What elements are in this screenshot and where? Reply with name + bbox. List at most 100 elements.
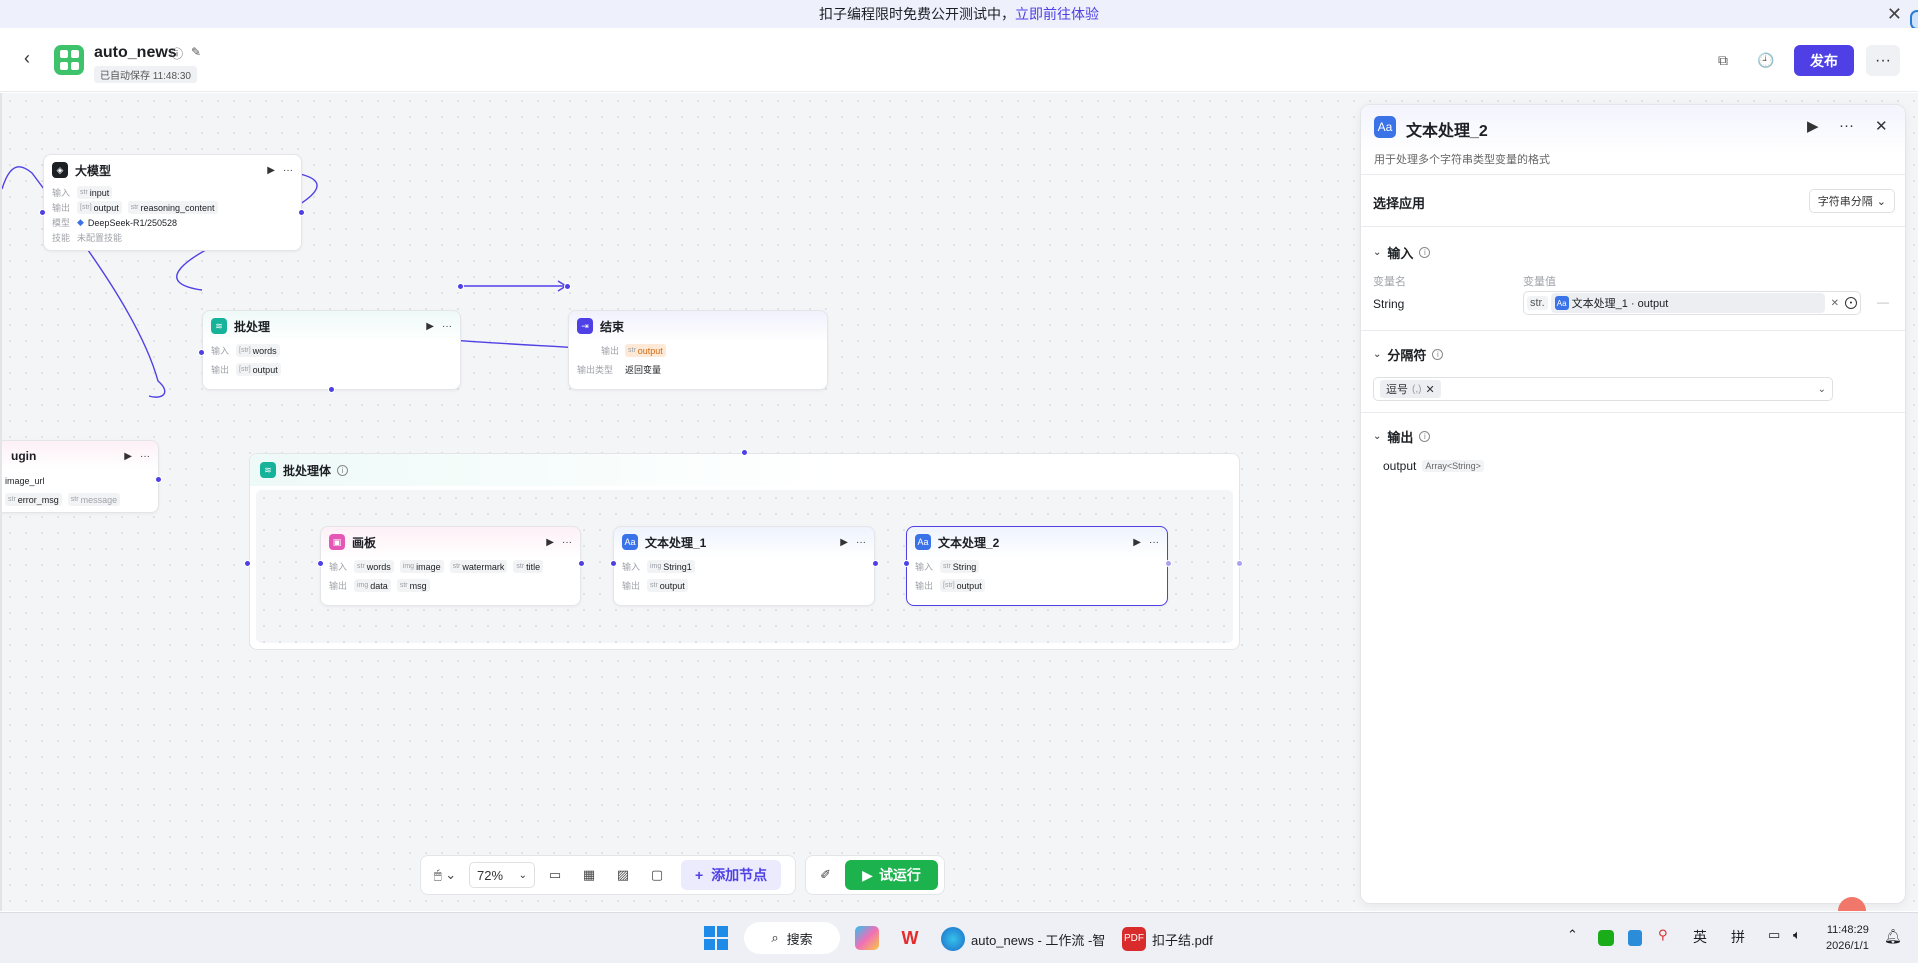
mouse-mode-icon[interactable]: 🖱︎ ⌄ — [427, 861, 463, 889]
info-icon[interactable]: ⓘ — [171, 45, 183, 62]
end-node[interactable]: ⇥ 结束 输出 str output 输出类型 返回变量 — [568, 310, 828, 390]
node-title: 批处理体 — [283, 463, 332, 478]
batch-body-port[interactable] — [328, 386, 335, 393]
text-process-2-node[interactable]: Aa 文本处理_2 ▶ ··· 输入 str String 输出 [str] outpu… — [906, 526, 1168, 606]
batch-icon: ≋ — [260, 462, 276, 478]
back-icon[interactable]: ‹ — [24, 48, 30, 69]
ime-pinyin[interactable]: 拼 — [1731, 927, 1745, 947]
llm-icon: ◈ — [52, 162, 68, 178]
remove-chip-icon[interactable]: ✕ — [1425, 383, 1434, 396]
taskbar-edge-app[interactable]: auto_news - 工作流 -智 — [941, 927, 1105, 951]
variable-picker-icon[interactable]: • — [1845, 297, 1857, 309]
output-port[interactable] — [1165, 560, 1172, 567]
panel-more-icon[interactable]: ··· — [1839, 117, 1854, 134]
fit-view-icon[interactable]: ▢ — [643, 861, 671, 889]
output-type: Array<String> — [1422, 460, 1484, 472]
volume-icon[interactable]: 🔈︎ — [1793, 927, 1801, 943]
run-node-icon[interactable]: ▶ — [267, 165, 275, 176]
chevron-down-icon[interactable]: ⌄ — [1373, 247, 1381, 258]
input-port[interactable] — [198, 349, 205, 356]
test-run-button[interactable]: ▶ 试运行 — [845, 860, 938, 890]
input-port[interactable] — [610, 560, 617, 567]
text-process-1-node[interactable]: Aa 文本处理_1 ▶ ··· 输入 img String1 输出 str output — [613, 526, 875, 606]
tray-person-icon[interactable]: ⚲ — [1658, 927, 1668, 943]
close-icon[interactable]: ✕ — [1875, 117, 1888, 135]
run-node-icon[interactable]: ▶ — [1807, 117, 1819, 135]
chevron-down-icon[interactable]: ⌄ — [1373, 349, 1381, 360]
history-icon[interactable]: 🕘 — [1754, 48, 1778, 72]
assistant-avatar-icon[interactable] — [1838, 897, 1866, 911]
debug-icon[interactable]: ✐ — [812, 861, 839, 889]
node-more-icon[interactable]: ··· — [856, 537, 866, 548]
output-tag: str output — [625, 344, 666, 357]
info-icon[interactable]: i — [1419, 247, 1431, 258]
run-node-icon[interactable]: ▶ — [124, 451, 132, 462]
var-value-field[interactable]: str. Aa 文本处理_1 · output ✕ • — [1523, 291, 1861, 315]
windows-start-icon[interactable] — [704, 926, 728, 950]
node-more-icon[interactable]: ··· — [140, 451, 150, 462]
output-port[interactable] — [457, 283, 464, 290]
zoom-select[interactable]: 72% ⌄ — [469, 862, 535, 888]
variable-reference[interactable]: Aa 文本处理_1 · output — [1550, 293, 1825, 313]
wechat-icon[interactable] — [1598, 930, 1614, 946]
workflow-header: ‹ auto_news ⓘ ✎ 已自动保存 11:48:30 ⧉ 🕘 发布 ··… — [0, 28, 1918, 92]
network-icon[interactable]: ▭ — [1768, 927, 1780, 943]
edit-icon[interactable]: ✎ — [191, 45, 201, 62]
input-tag: str watermark — [449, 560, 508, 573]
remove-icon[interactable]: — — [1877, 295, 1889, 309]
input-port[interactable] — [39, 209, 46, 216]
chevron-down-icon[interactable]: ⌄ — [1373, 431, 1381, 442]
output-port[interactable] — [155, 476, 162, 483]
input-port[interactable] — [244, 560, 251, 567]
wps-icon[interactable]: W — [898, 926, 922, 950]
plugin-node[interactable]: ugin ▶ ··· image_url str error_msg str mess… — [2, 440, 159, 513]
board-node[interactable]: ▣ 画板 ▶ ··· 输入 str words img image str water… — [320, 526, 581, 606]
output-port[interactable] — [872, 560, 879, 567]
output-tag: str message — [67, 493, 121, 506]
output-port[interactable] — [578, 560, 585, 567]
tray-app-icon[interactable] — [1628, 930, 1642, 946]
publish-button[interactable]: 发布 — [1794, 45, 1854, 76]
banner-close-icon[interactable]: ✕ — [1887, 4, 1902, 25]
info-icon[interactable]: i — [1432, 349, 1444, 360]
output-port[interactable] — [1236, 560, 1243, 567]
info-icon[interactable]: i — [337, 464, 349, 476]
run-node-icon[interactable]: ▶ — [426, 321, 434, 332]
add-node-button[interactable]: + 添加节点 — [681, 860, 782, 890]
output-type-value: 返回变量 — [625, 365, 662, 375]
input-port[interactable] — [317, 560, 324, 567]
output-port[interactable] — [298, 209, 305, 216]
taskbar-pdf-app[interactable]: PDF 扣子结.pdf — [1122, 927, 1213, 951]
select-app-dropdown[interactable]: 字符串分隔 ⌄ — [1808, 189, 1895, 213]
node-more-icon[interactable]: ··· — [442, 321, 452, 332]
copilot-icon[interactable] — [855, 926, 879, 950]
clear-icon[interactable]: ✕ — [1831, 298, 1839, 309]
copy-icon[interactable]: ⧉ — [1711, 48, 1735, 72]
input-port[interactable] — [564, 283, 571, 290]
ime-english[interactable]: 英 — [1693, 927, 1707, 947]
section-title: 分隔符 — [1387, 348, 1427, 363]
node-title: 批处理 — [234, 319, 271, 334]
more-menu-button[interactable]: ··· — [1866, 45, 1900, 76]
banner-link[interactable]: 立即前往体验 — [1015, 4, 1099, 24]
taskbar-search[interactable]: ⌕ 搜索 — [744, 922, 840, 954]
run-node-icon[interactable]: ▶ — [1133, 537, 1141, 548]
system-clock[interactable]: 11:48:29 2026/1/1 — [1826, 922, 1869, 954]
notification-bell-icon[interactable]: 🔔︎ — [1884, 928, 1902, 945]
separator-select[interactable]: 逗号 (,) ✕ ⌄ — [1373, 377, 1833, 401]
node-more-icon[interactable]: ··· — [562, 537, 572, 548]
node-more-icon[interactable]: ··· — [283, 165, 293, 176]
layout-icon[interactable]: ▦ — [575, 861, 603, 889]
run-node-icon[interactable]: ▶ — [840, 537, 848, 548]
comment-icon[interactable]: ▭ — [541, 861, 569, 889]
end-icon: ⇥ — [577, 318, 593, 334]
batch-top-port[interactable] — [741, 449, 748, 456]
run-node-icon[interactable]: ▶ — [546, 537, 554, 548]
info-icon[interactable]: i — [1419, 431, 1431, 442]
input-port[interactable] — [903, 560, 910, 567]
minimap-icon[interactable]: ▨ — [609, 861, 637, 889]
batch-node[interactable]: ≋ 批处理 ▶ ··· 输入 [str] words 输出 [str] output — [202, 310, 461, 390]
node-more-icon[interactable]: ··· — [1149, 537, 1159, 548]
chevron-up-icon[interactable]: ⌃ — [1567, 927, 1578, 943]
llm-node[interactable]: ◈ 大模型 ▶ ··· 输入 str input 输出 [str] output str r… — [43, 154, 302, 251]
